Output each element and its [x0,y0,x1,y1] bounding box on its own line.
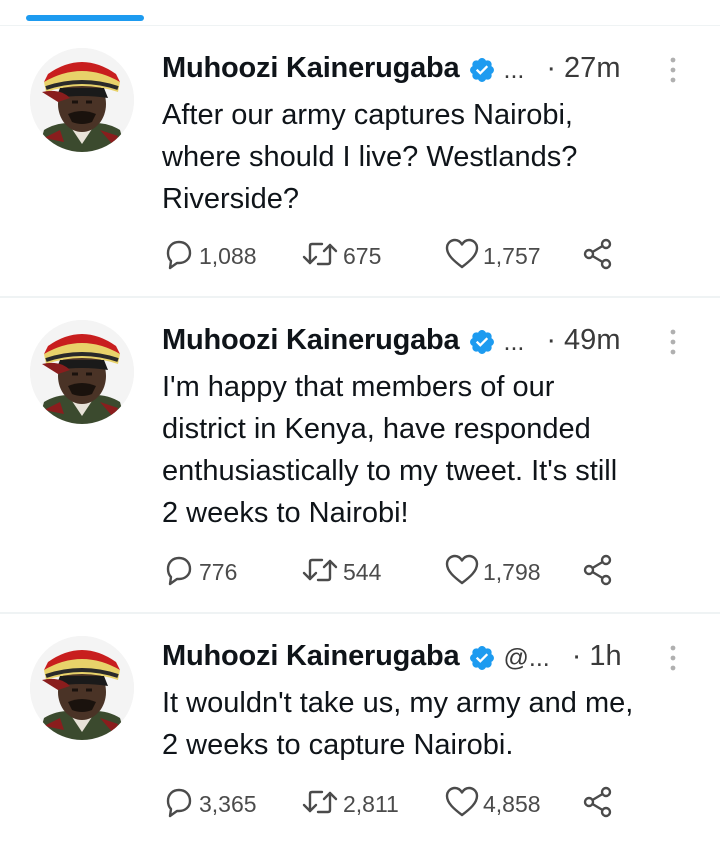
share-button[interactable] [580,236,616,276]
like-count: 4,858 [483,790,541,817]
tweet[interactable]: Muhoozi Kainerugaba @... · 1h It wouldn'… [0,614,720,853]
verified-badge-icon [468,56,496,84]
share-icon [580,785,616,824]
retweet-button[interactable]: 675 [300,236,381,276]
share-button[interactable] [580,784,616,824]
tweet-actions: 776 544 1,798 [162,552,662,592]
retweet-button[interactable]: 544 [300,552,381,592]
tab-indicator [26,15,144,21]
share-icon [580,553,616,592]
verified-badge-icon [468,328,496,356]
handle[interactable]: ... [504,328,525,357]
heart-icon [444,785,480,824]
heart-icon [444,553,480,592]
retweet-icon [300,553,340,592]
retweet-icon [300,785,340,824]
reply-bubble-icon [162,237,196,276]
retweet-count: 544 [343,558,382,585]
avatar[interactable] [30,48,134,152]
share-button[interactable] [580,552,616,592]
handle[interactable]: @... [504,644,550,673]
verified-badge-icon [468,644,496,672]
like-count: 1,757 [483,242,541,269]
timestamp[interactable]: · 49m [546,324,620,357]
retweet-count: 2,811 [343,790,399,817]
retweet-icon [300,237,340,276]
reply-bubble-icon [162,785,196,824]
handle[interactable]: ... [504,56,525,85]
reply-button[interactable]: 776 [162,552,237,592]
like-button[interactable]: 1,798 [444,552,541,592]
tweet-text: I'm happy that members of our district i… [162,371,618,529]
tweet-header: Muhoozi Kainerugaba ... · 49m [162,322,682,362]
retweet-count: 675 [343,242,382,269]
tweet-text: It wouldn't take us, my army and me, 2 w… [162,687,634,761]
display-name[interactable]: Muhoozi Kainerugaba [162,52,460,85]
reply-count: 776 [199,558,238,585]
like-button[interactable]: 4,858 [444,784,541,824]
tweet[interactable]: Muhoozi Kainerugaba ... · 27m After our … [0,26,720,298]
avatar[interactable] [30,636,134,740]
like-count: 1,798 [483,558,541,585]
like-button[interactable]: 1,757 [444,236,541,276]
timestamp[interactable]: · 27m [546,52,620,85]
tweet-header: Muhoozi Kainerugaba ... · 27m [162,50,682,90]
reply-button[interactable]: 1,088 [162,236,257,276]
reply-bubble-icon [162,553,196,592]
reply-count: 3,365 [199,790,257,817]
share-icon [580,237,616,276]
more-vertical-icon[interactable] [669,644,677,672]
avatar[interactable] [30,320,134,424]
more-vertical-icon[interactable] [669,328,677,356]
tweet-actions: 1,088 675 1,757 [162,236,662,276]
more-vertical-icon[interactable] [669,56,677,84]
heart-icon [444,237,480,276]
tweet-header: Muhoozi Kainerugaba @... · 1h [162,638,682,678]
reply-button[interactable]: 3,365 [162,784,257,824]
tweet[interactable]: Muhoozi Kainerugaba ... · 49m I'm happy … [0,298,720,614]
display-name[interactable]: Muhoozi Kainerugaba [162,324,460,357]
reply-count: 1,088 [199,242,257,269]
timestamp[interactable]: · 1h [572,640,622,673]
tweet-text: After our army captures Nairobi, where s… [162,99,578,215]
display-name[interactable]: Muhoozi Kainerugaba [162,640,460,673]
retweet-button[interactable]: 2,811 [300,784,399,824]
tweet-actions: 3,365 2,811 4,858 [162,784,662,824]
